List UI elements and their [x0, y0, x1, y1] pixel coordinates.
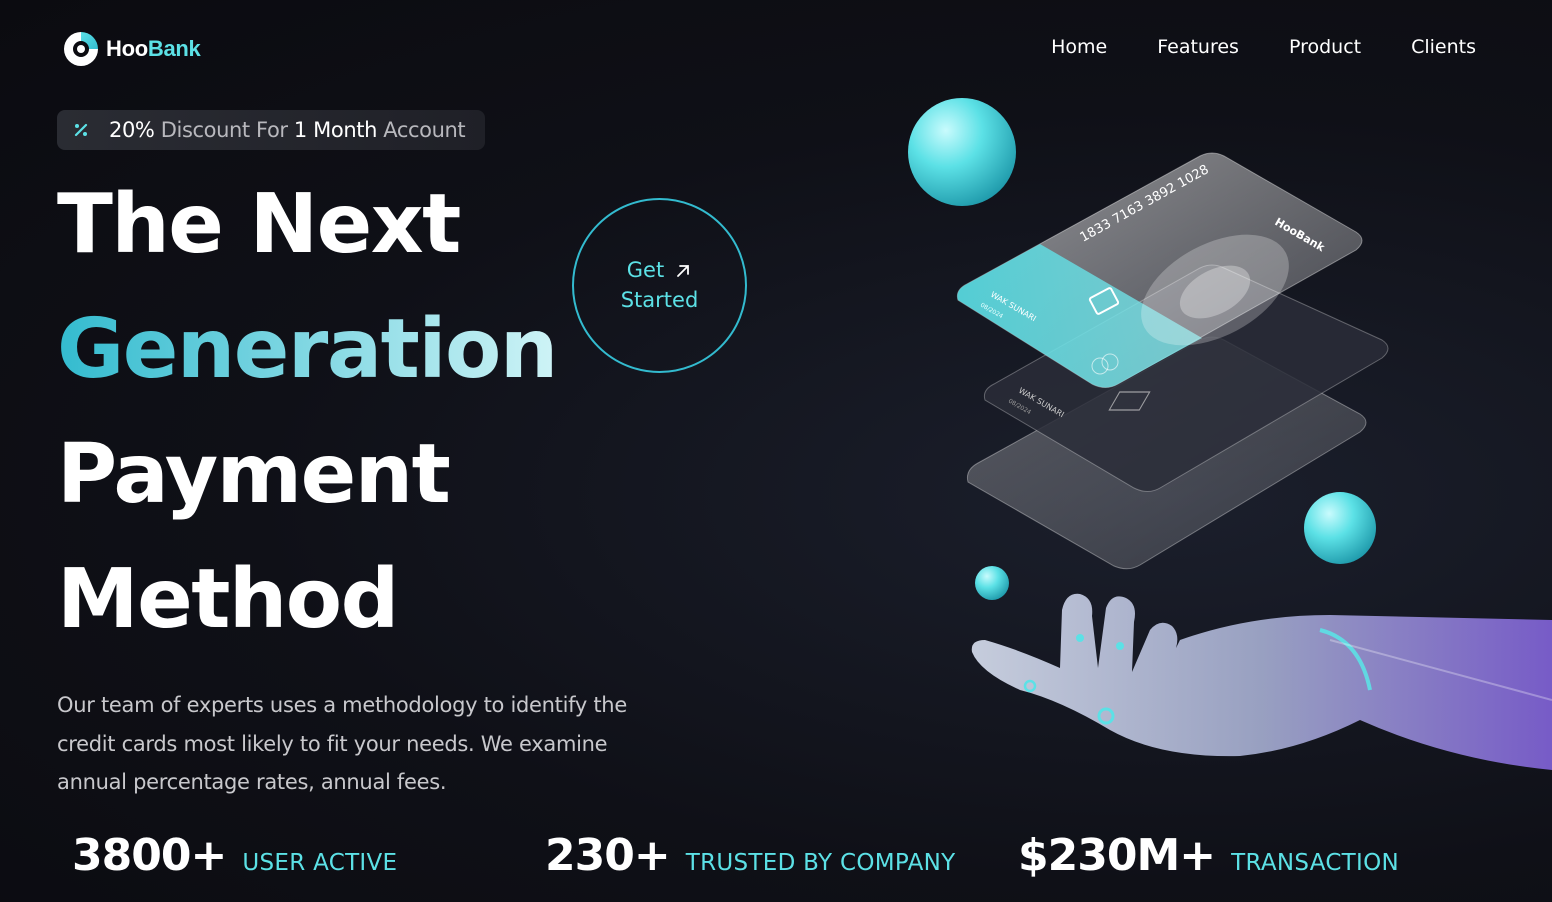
stat-label: USER ACTIVE	[242, 850, 398, 876]
hero-illustration: WAK SUNARI 08/2024 1833 7163 3892 1028 H…	[908, 98, 1552, 770]
stat-companies: 230+ TRUSTED BY COMPANY	[545, 830, 955, 881]
stat-value: $230M+	[1018, 830, 1216, 881]
stat-label: TRANSACTION	[1231, 850, 1400, 876]
get-started-button[interactable]: Get Started	[572, 198, 747, 373]
discount-badge: 20% Discount For 1 Month Account	[57, 110, 485, 150]
nav-home[interactable]: Home	[1051, 36, 1107, 58]
headline-line-2: Generation	[57, 302, 558, 397]
percent-icon	[67, 116, 95, 144]
sphere-medium	[1304, 492, 1376, 564]
nav-product[interactable]: Product	[1289, 36, 1361, 58]
hero-description: Our team of experts uses a methodology t…	[57, 693, 627, 794]
stat-label: TRUSTED BY COMPANY	[685, 850, 956, 876]
nav-clients[interactable]: Clients	[1411, 36, 1476, 58]
arrow-up-right-icon	[677, 264, 690, 277]
stat-value: 3800+	[72, 830, 227, 881]
get-started-label-1: Get	[626, 258, 665, 283]
headline-line-3: Payment	[57, 427, 451, 522]
hoobank-logo-icon	[64, 32, 98, 66]
sphere-large	[908, 98, 1016, 206]
discount-text: 20% Discount For 1 Month Account	[109, 118, 466, 142]
headline-line-4: Method	[57, 552, 399, 647]
stat-transactions: $230M+ TRANSACTION	[1018, 830, 1399, 881]
robot-hand	[971, 593, 1552, 770]
logo[interactable]: HooBank	[60, 28, 201, 70]
nav-features[interactable]: Features	[1157, 36, 1239, 58]
stat-value: 230+	[545, 830, 671, 881]
top-nav: Home Features Product Clients	[1051, 36, 1476, 58]
stat-users: 3800+ USER ACTIVE	[72, 830, 397, 881]
get-started-label-2: Started	[620, 287, 699, 312]
headline-line-1: The Next	[57, 177, 461, 272]
sphere-small	[975, 566, 1009, 600]
logo-text: HooBank	[106, 36, 201, 61]
